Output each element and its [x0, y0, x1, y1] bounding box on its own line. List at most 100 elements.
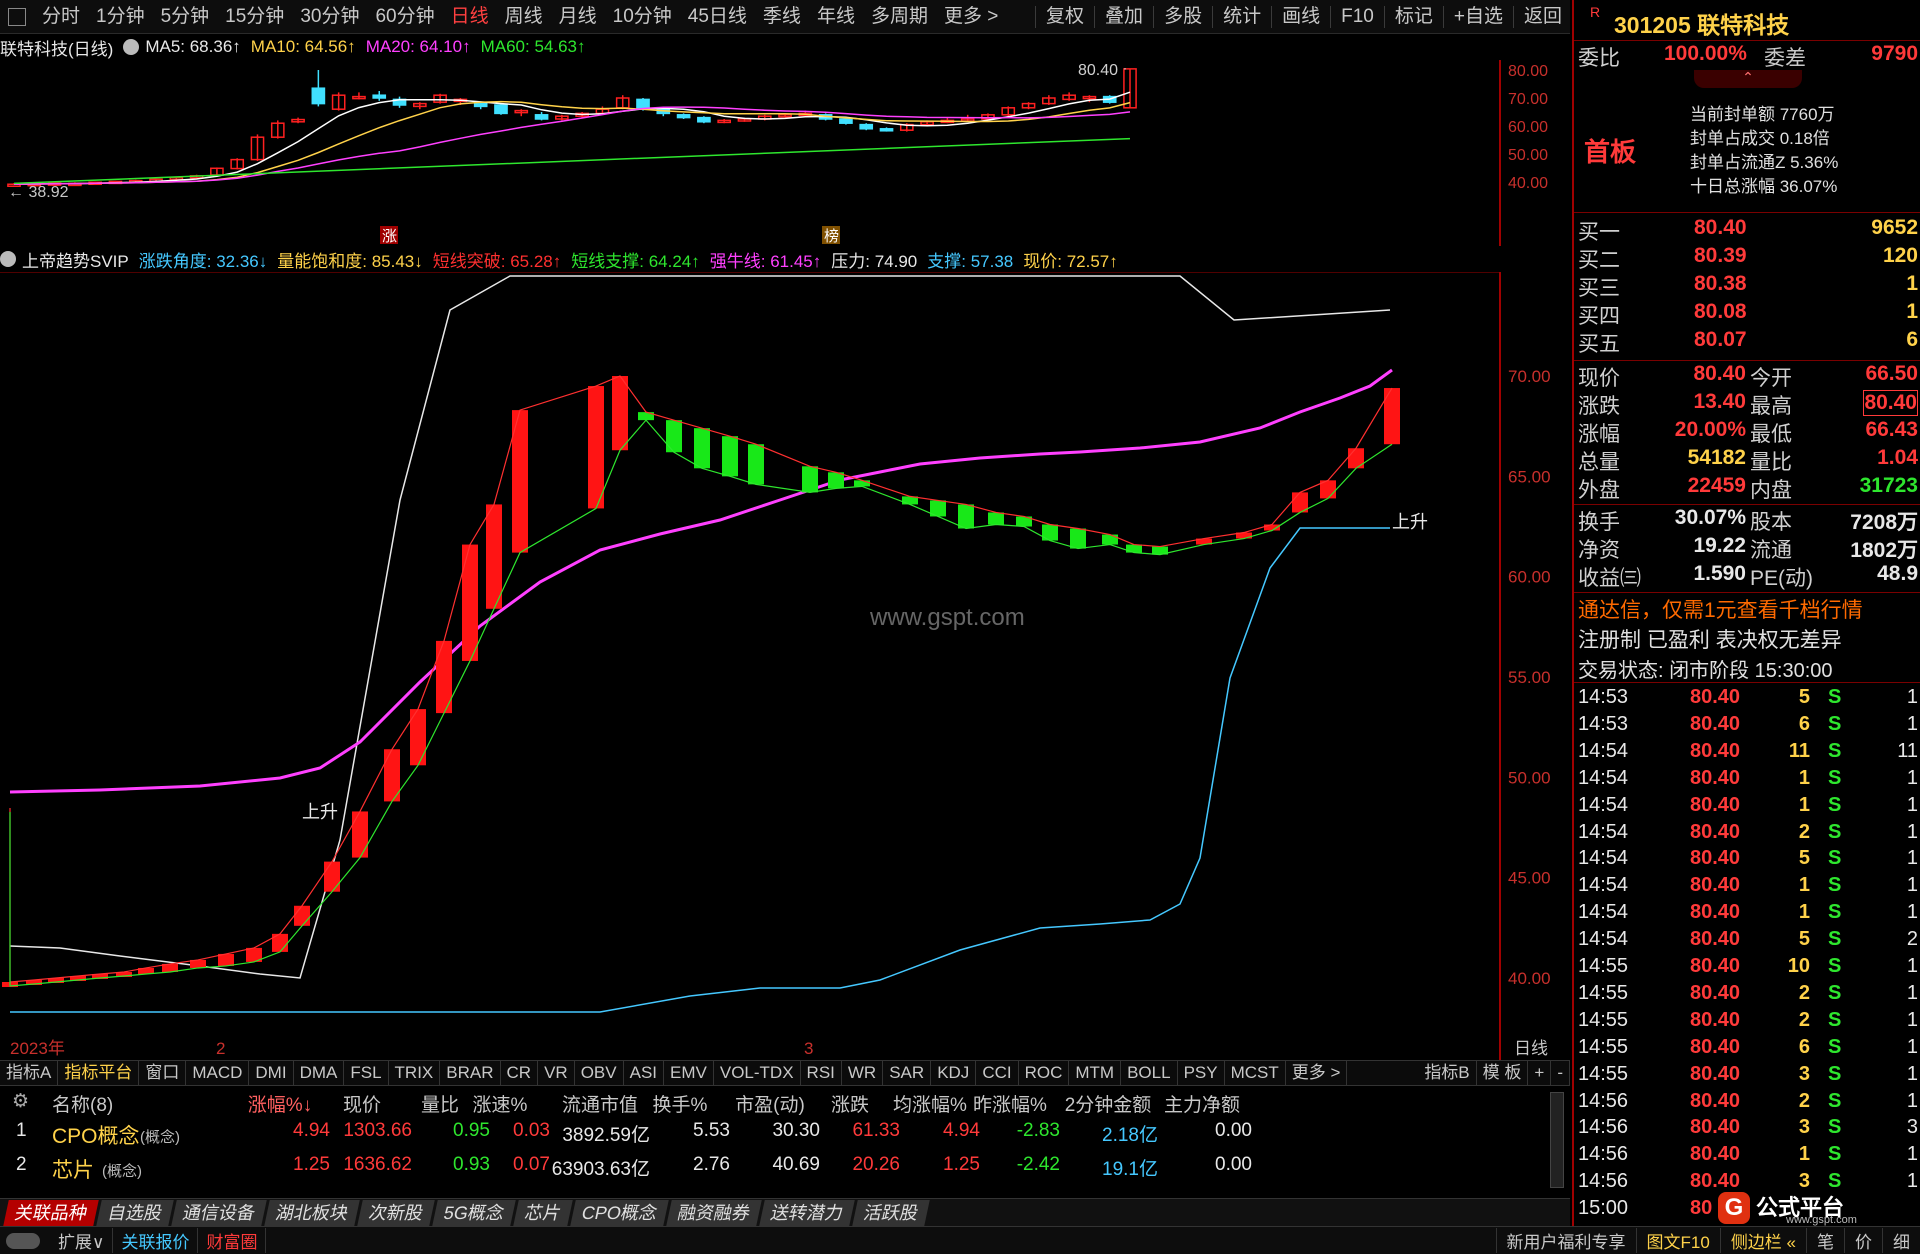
indicator-tab[interactable]: CR	[501, 1061, 539, 1085]
bottom-tab[interactable]: 融资融券	[666, 1199, 762, 1226]
period-tab[interactable]: 30分钟	[292, 0, 367, 34]
buy-level[interactable]: 买二 80.39 120	[1574, 244, 1920, 272]
period-tab[interactable]: 月线	[551, 0, 605, 34]
toggle-switch[interactable]	[6, 1232, 40, 1249]
indicator-tab[interactable]: MACD	[186, 1061, 250, 1085]
indicator-tab[interactable]: DMI	[249, 1061, 294, 1085]
table-col-header[interactable]: 换手%	[630, 1090, 730, 1117]
bottom-tab[interactable]: 芯片	[513, 1199, 573, 1226]
period-tab[interactable]: 周线	[497, 0, 551, 34]
indicator-tab[interactable]: SAR	[883, 1061, 932, 1085]
tick-price: 80.40	[1690, 712, 1741, 735]
tool-button[interactable]: 叠加	[1097, 0, 1151, 34]
indicator-settings-icon[interactable]	[0, 251, 16, 267]
tool-button[interactable]: +自选	[1446, 0, 1511, 34]
indicator-tab[interactable]: 指标A	[0, 1061, 59, 1085]
buy-level[interactable]: 买三 80.38 1	[1574, 272, 1920, 300]
bottom-tab[interactable]: 自选股	[96, 1199, 174, 1226]
table-row[interactable]: 2 芯片 (概念) 1.25 1636.62 0.93 0.07 63903.63亿 2.76 4…	[0, 1150, 1570, 1184]
table-col-header[interactable]: 昨涨幅%	[960, 1090, 1060, 1117]
indicator-tab[interactable]: BRAR	[440, 1061, 501, 1085]
indicator-tab[interactable]: FSL	[344, 1061, 389, 1085]
status-left-item[interactable]: 扩展∨	[50, 1228, 114, 1253]
tool-button[interactable]: 复权	[1038, 0, 1092, 34]
indicator-tab[interactable]: VR	[538, 1061, 575, 1085]
buy-level[interactable]: 买一 80.40 9652	[1574, 216, 1920, 244]
tool-button[interactable]: 画线	[1274, 0, 1328, 34]
period-tab[interactable]: 45日线	[680, 0, 755, 34]
kline-chart[interactable]: 80.00 70.00 60.00 50.00 40.00 80.40 ← 38.92 涨 榜	[0, 60, 1570, 246]
indicator-tab[interactable]: OBV	[575, 1061, 624, 1085]
indicator-tab[interactable]: CCI	[976, 1061, 1019, 1085]
status-left-item[interactable]: 财富圈	[198, 1228, 267, 1253]
indicator-tab-right[interactable]: -	[1551, 1061, 1570, 1085]
bottom-tab[interactable]: 通信设备	[171, 1199, 267, 1226]
period-tab[interactable]: 季线	[755, 0, 809, 34]
indicator-tab[interactable]: WR	[842, 1061, 884, 1085]
status-right-item[interactable]: 笔	[1806, 1228, 1844, 1253]
table-col-header[interactable]: 涨速%	[450, 1090, 550, 1117]
tool-button[interactable]: 多股	[1156, 0, 1210, 34]
period-tab[interactable]: 年线	[809, 0, 863, 34]
status-left-item[interactable]: 关联报价	[113, 1228, 199, 1253]
table-col-header[interactable]: 主力净额	[1152, 1090, 1252, 1117]
period-tab[interactable]: 1分钟	[88, 0, 153, 34]
collapse-toggle[interactable]: ⌃	[1694, 70, 1802, 88]
indicator-tab[interactable]: 更多 >	[1286, 1061, 1348, 1085]
period-tab[interactable]: 多周期	[863, 0, 936, 34]
status-right-item[interactable]: 新用户福利专享	[1495, 1228, 1636, 1253]
indicator-tab-right[interactable]: 模 板	[1477, 1061, 1529, 1085]
indicator-tab[interactable]: 指标平台	[58, 1061, 140, 1085]
indicator-tab[interactable]: MTM	[1069, 1061, 1122, 1085]
table-scrollbar[interactable]	[1550, 1092, 1564, 1188]
bottom-tab[interactable]: CPO概念	[570, 1199, 669, 1226]
period-toolbar: 分时 1分钟 5分钟 15分钟 30分钟 60分钟 日线 周线 月线 10分钟 45日线 季线 年线 多周…	[0, 0, 1570, 34]
period-tab[interactable]: 更多 >	[936, 0, 1006, 34]
indicator-tab[interactable]: ASI	[624, 1061, 665, 1085]
buy-level[interactable]: 买四 80.08 1	[1574, 300, 1920, 328]
indicator-tab[interactable]: TRIX	[389, 1061, 441, 1085]
indicator-tab[interactable]: VOL-TDX	[714, 1061, 801, 1085]
indicator-tab[interactable]: RSI	[801, 1061, 842, 1085]
indicator-tab[interactable]: PSY	[1178, 1061, 1225, 1085]
bottom-tab[interactable]: 湖北板块	[264, 1199, 360, 1226]
status-right-item[interactable]: 图文F10	[1635, 1228, 1720, 1253]
table-col-header[interactable]: 2分钟金额	[1058, 1090, 1158, 1117]
period-tab[interactable]: 10分钟	[605, 0, 680, 34]
indicator-tab[interactable]: EMV	[664, 1061, 714, 1085]
bottom-tab[interactable]: 5G概念	[432, 1199, 516, 1226]
bottom-tab[interactable]: 送转潜力	[759, 1199, 855, 1226]
status-right-item[interactable]: 侧边栏 «	[1719, 1228, 1806, 1253]
indicator-tab[interactable]: ROC	[1019, 1061, 1070, 1085]
promo-link[interactable]: 通达信，仅需1元查看千档行情	[1578, 594, 1863, 624]
indicator-tab[interactable]: MCST	[1225, 1061, 1286, 1085]
table-row[interactable]: 1 CPO概念 (概念) 4.94 1303.66 0.95 0.03 3892.59亿 5.5…	[0, 1116, 1570, 1150]
settings-icon[interactable]	[123, 39, 140, 55]
tool-button[interactable]: F10	[1333, 0, 1382, 34]
bottom-tab[interactable]: 次新股	[357, 1199, 435, 1226]
window-menu-icon[interactable]	[8, 7, 26, 26]
indicator-chart[interactable]: 70.00 65.00 60.00 55.00 50.00 45.00 40.00 2023年…	[0, 272, 1570, 1060]
bottom-tab[interactable]: 活跃股	[852, 1199, 930, 1226]
status-right-item[interactable]: 细	[1882, 1228, 1920, 1253]
period-tab[interactable]: 5分钟	[153, 0, 218, 34]
indicator-tab[interactable]: BOLL	[1121, 1061, 1178, 1085]
indicator-tab-right[interactable]: 指标B	[1418, 1061, 1477, 1085]
table-col-header[interactable]: 名称(8)	[52, 1090, 113, 1117]
tool-button[interactable]: 标记	[1387, 0, 1441, 34]
indicator-value: 短线支撑: 64.24↑	[571, 251, 700, 271]
table-settings-icon[interactable]: ⚙	[12, 1090, 29, 1113]
period-tab[interactable]: 日线	[443, 0, 497, 34]
buy-level[interactable]: 买五 80.07 6	[1574, 328, 1920, 356]
period-tab[interactable]: 60分钟	[367, 0, 442, 34]
period-tab[interactable]: 分时	[34, 0, 88, 34]
indicator-tab[interactable]: DMA	[294, 1061, 345, 1085]
indicator-tab[interactable]: KDJ	[931, 1061, 977, 1085]
bottom-tab[interactable]: 关联品种	[3, 1199, 99, 1226]
tool-button[interactable]: 返回	[1516, 0, 1570, 34]
status-right-item[interactable]: 价	[1844, 1228, 1882, 1253]
tool-button[interactable]: 统计	[1215, 0, 1269, 34]
indicator-tab-right[interactable]: +	[1528, 1061, 1552, 1085]
indicator-tab[interactable]: 窗口	[139, 1061, 187, 1085]
period-tab[interactable]: 15分钟	[217, 0, 292, 34]
